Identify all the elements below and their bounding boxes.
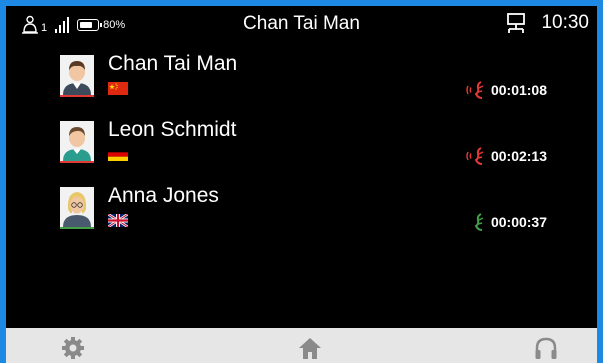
network-icon bbox=[507, 13, 526, 33]
female-avatar-icon bbox=[60, 187, 94, 227]
avatar-status-line bbox=[60, 161, 94, 163]
device-screen: 1 80% Chan Tai Man 10:30 Chan Tai Man 00… bbox=[6, 6, 597, 363]
speaking-icon bbox=[466, 147, 484, 165]
participant-name: Anna Jones bbox=[108, 184, 219, 207]
bottom-nav bbox=[6, 328, 597, 363]
call-status: 00:01:08 bbox=[464, 80, 547, 100]
status-bar: 1 80% Chan Tai Man 10:30 bbox=[6, 6, 597, 40]
list-item[interactable]: Leon Schmidt 00:02:13 bbox=[6, 112, 597, 168]
uk-flag-icon bbox=[108, 214, 128, 227]
home-icon[interactable] bbox=[296, 334, 324, 362]
germany-flag-icon bbox=[108, 148, 128, 161]
call-duration: 00:00:37 bbox=[490, 214, 547, 230]
male-avatar-icon bbox=[60, 55, 94, 95]
male-avatar-icon bbox=[60, 121, 94, 161]
speaking-icon bbox=[466, 81, 484, 99]
status-right: 10:30 bbox=[505, 12, 589, 34]
avatar-status-line bbox=[60, 95, 94, 97]
settings-icon[interactable] bbox=[59, 334, 87, 362]
list-item[interactable]: Chan Tai Man 00:01:08 bbox=[6, 46, 597, 102]
call-duration: 00:01:08 bbox=[490, 82, 547, 98]
avatar-status-line bbox=[60, 227, 94, 229]
headphones-icon[interactable] bbox=[532, 334, 560, 362]
call-duration: 00:02:13 bbox=[490, 148, 547, 164]
call-status: 00:02:13 bbox=[464, 146, 547, 166]
participant-name: Chan Tai Man bbox=[108, 52, 238, 75]
china-flag-icon bbox=[108, 82, 128, 95]
list-item[interactable]: Anna Jones 00:00:37 bbox=[6, 178, 597, 234]
clock: 10:30 bbox=[541, 12, 589, 33]
participant-name: Leon Schmidt bbox=[108, 118, 237, 141]
call-status: 00:00:37 bbox=[464, 212, 547, 232]
handset-icon bbox=[474, 213, 484, 231]
